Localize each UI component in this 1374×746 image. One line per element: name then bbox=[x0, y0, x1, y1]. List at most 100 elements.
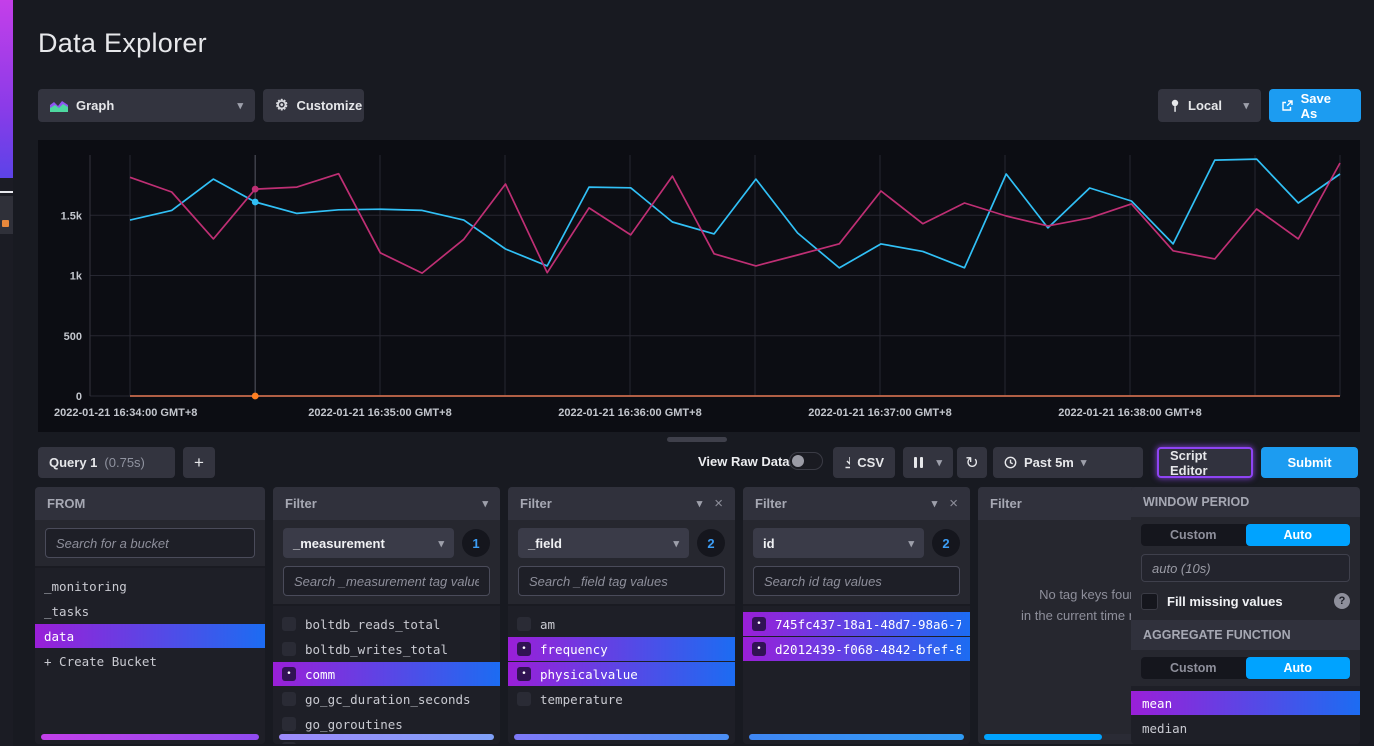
tag-value-item[interactable]: • physicalvalue bbox=[508, 662, 735, 686]
checkbox[interactable] bbox=[282, 692, 296, 706]
window-period-header: WINDOW PERIOD bbox=[1131, 487, 1360, 517]
time-range-label: Past 5m bbox=[1024, 455, 1074, 470]
time-series-chart[interactable]: 05001k1.5k2022-01-21 16:34:00 GMT+82022-… bbox=[38, 140, 1360, 432]
checkbox-checked[interactable]: • bbox=[517, 642, 531, 656]
nav-active-item[interactable] bbox=[0, 196, 13, 234]
fill-missing-values-checkbox[interactable] bbox=[1141, 593, 1158, 610]
tag-value-item[interactable]: boltdb_writes_total bbox=[273, 637, 500, 661]
chevron-down-icon[interactable]: ▾ bbox=[482, 497, 488, 510]
pause-button[interactable]: ▾ bbox=[903, 447, 953, 478]
checkbox-checked[interactable]: • bbox=[752, 642, 766, 656]
checkbox[interactable] bbox=[282, 717, 296, 731]
scrollbar-horizontal[interactable] bbox=[514, 734, 729, 740]
checkbox[interactable] bbox=[282, 742, 296, 744]
aggregate-function-header: AGGREGATE FUNCTION bbox=[1131, 620, 1360, 650]
tag-value-item[interactable]: go_gc_duration_seconds bbox=[273, 687, 500, 711]
checkbox[interactable] bbox=[517, 692, 531, 706]
help-icon[interactable]: ? bbox=[1334, 593, 1350, 609]
tag-key-label: _measurement bbox=[293, 536, 385, 551]
page-scrollbar[interactable] bbox=[667, 437, 727, 442]
customize-button[interactable]: ⚙ Customize bbox=[263, 89, 364, 122]
checkbox[interactable] bbox=[282, 642, 296, 656]
tag-value-item-label: go_info bbox=[305, 742, 358, 745]
tag-key-label: _field bbox=[528, 536, 562, 551]
tag-key-dropdown[interactable]: _measurement▾ bbox=[283, 528, 454, 558]
empty-message-line: No tag keys found bbox=[1039, 587, 1144, 602]
chevron-down-icon: ▾ bbox=[237, 99, 243, 112]
scrollbar-horizontal[interactable] bbox=[279, 734, 494, 740]
tag-value-item[interactable]: •comm bbox=[273, 662, 500, 686]
export-icon bbox=[1281, 100, 1293, 112]
scrollbar-thumb[interactable] bbox=[984, 734, 1102, 740]
custom-option[interactable]: Custom bbox=[1141, 657, 1246, 679]
from-controls bbox=[35, 520, 265, 568]
location-label: Local bbox=[1188, 98, 1222, 113]
bucket-item[interactable]: _monitoring bbox=[35, 574, 265, 598]
auto-option[interactable]: Auto bbox=[1246, 657, 1351, 679]
view-type-dropdown[interactable]: Graph ▾ bbox=[38, 89, 255, 122]
csv-download-button[interactable]: CSV bbox=[833, 447, 895, 478]
query-duration: (0.75s) bbox=[104, 455, 144, 470]
create-bucket-button[interactable]: + Create Bucket bbox=[35, 649, 265, 673]
tag-value-item[interactable]: temperature bbox=[508, 687, 735, 711]
tag-key-dropdown[interactable]: id▾ bbox=[753, 528, 924, 558]
tag-value-item[interactable]: •745fc437-18a1-48d7-98a6-7… bbox=[743, 612, 970, 636]
tag-value-search-input[interactable] bbox=[518, 566, 725, 596]
query-tab[interactable]: Query 1 (0.75s) bbox=[38, 447, 175, 478]
auto-option[interactable]: Auto bbox=[1246, 524, 1351, 546]
tag-value-list: am•frequency•physicalvaluetemperature bbox=[508, 606, 735, 744]
window-period-input[interactable] bbox=[1141, 554, 1350, 582]
bucket-item-label: data bbox=[44, 629, 74, 644]
chevron-down-icon[interactable]: ▾ bbox=[932, 497, 938, 510]
tag-value-search-input[interactable] bbox=[283, 566, 490, 596]
bucket-item[interactable]: _tasks bbox=[35, 599, 265, 623]
tag-value-item[interactable]: boltdb_reads_total bbox=[273, 612, 500, 636]
tag-key-dropdown[interactable]: _field▾ bbox=[518, 528, 689, 558]
checkbox[interactable] bbox=[282, 617, 296, 631]
tag-value-search-input[interactable] bbox=[753, 566, 960, 596]
close-icon[interactable]: × bbox=[714, 495, 723, 512]
tag-value-item[interactable]: •d2012439-f068-4842-bfef-8… bbox=[743, 637, 970, 661]
add-query-button[interactable]: + bbox=[183, 447, 215, 478]
checkbox[interactable] bbox=[517, 617, 531, 631]
tag-value-item[interactable]: am bbox=[508, 612, 735, 636]
aggregate-function-item[interactable]: median bbox=[1131, 716, 1360, 740]
submit-button[interactable]: Submit bbox=[1261, 447, 1358, 478]
svg-text:0: 0 bbox=[76, 391, 82, 403]
bucket-item[interactable]: data bbox=[35, 624, 265, 648]
filter-title: Filter bbox=[285, 496, 317, 511]
aggregate-function-item[interactable]: mean bbox=[1131, 691, 1360, 715]
tag-value-item[interactable]: go_goroutines bbox=[273, 712, 500, 736]
csv-label: CSV bbox=[857, 455, 884, 470]
tag-key-row: _measurement▾1 bbox=[283, 528, 490, 558]
view-type-label: Graph bbox=[76, 98, 114, 113]
custom-option[interactable]: Custom bbox=[1141, 524, 1246, 546]
close-icon[interactable]: × bbox=[949, 495, 958, 512]
checkbox-checked[interactable]: • bbox=[517, 667, 531, 681]
scrollbar-horizontal[interactable] bbox=[41, 734, 259, 740]
refresh-button[interactable]: ↻ bbox=[957, 447, 987, 478]
bucket-search-input[interactable] bbox=[45, 528, 255, 558]
tag-value-item-label: boltdb_reads_total bbox=[305, 617, 440, 632]
save-as-button[interactable]: Save As bbox=[1269, 89, 1361, 122]
script-editor-button[interactable]: Script Editor bbox=[1157, 447, 1253, 478]
location-dropdown[interactable]: Local ▾ bbox=[1158, 89, 1261, 122]
scrollbar-horizontal[interactable] bbox=[749, 734, 964, 740]
aggregate-mode-toggle[interactable]: Custom Auto bbox=[1141, 657, 1350, 679]
tag-value-item-label: physicalvalue bbox=[540, 667, 638, 682]
svg-text:2022-01-21 16:37:00 GMT+8: 2022-01-21 16:37:00 GMT+8 bbox=[808, 407, 951, 419]
tag-value-item[interactable]: •frequency bbox=[508, 637, 735, 661]
nav-rail[interactable] bbox=[0, 0, 13, 746]
toggle-knob bbox=[792, 455, 804, 467]
checkbox-checked[interactable]: • bbox=[282, 667, 296, 681]
chevron-down-icon[interactable]: ▾ bbox=[697, 497, 703, 510]
filter-title: Filter bbox=[990, 496, 1022, 511]
checkbox-checked[interactable]: • bbox=[752, 617, 766, 631]
view-raw-data-toggle[interactable] bbox=[789, 452, 823, 470]
filter-panel-2: Filter▾×_field▾2am•frequency•physicalval… bbox=[508, 487, 735, 744]
window-period-mode-toggle[interactable]: Custom Auto bbox=[1141, 524, 1350, 546]
aggregate-function-item[interactable]: last bbox=[1131, 741, 1360, 744]
time-range-dropdown[interactable]: Past 5m ▾ bbox=[993, 447, 1143, 478]
tag-value-item-label: boltdb_writes_total bbox=[305, 642, 448, 657]
filter-controls: _field▾2 bbox=[508, 520, 735, 606]
